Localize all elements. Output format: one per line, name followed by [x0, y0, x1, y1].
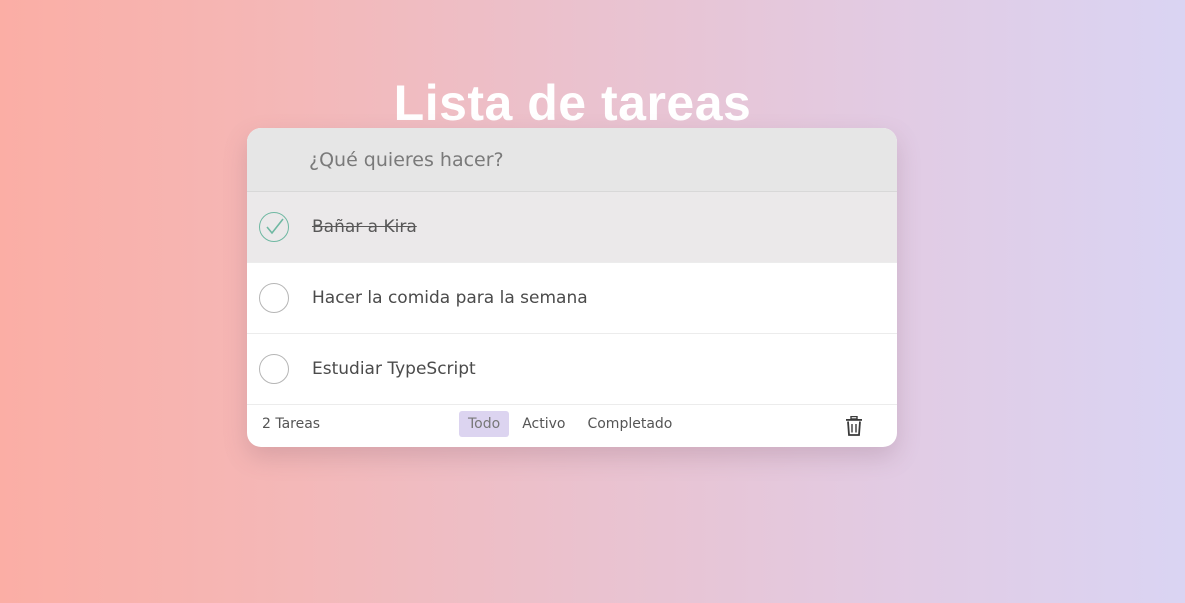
todo-toggle-checkbox[interactable] — [259, 212, 289, 242]
trash-icon[interactable] — [845, 415, 863, 440]
filter-all-button[interactable]: Todo — [459, 411, 510, 437]
todo-label[interactable]: Bañar a Kira — [312, 217, 417, 237]
todo-item: Hacer la comida para la semana — [247, 263, 897, 334]
todo-card: Bañar a Kira Hacer la comida para la sem… — [247, 128, 897, 447]
todo-footer: 2 Tareas Todo Activo Completado — [247, 405, 897, 445]
todo-label[interactable]: Estudiar TypeScript — [312, 359, 476, 379]
filter-completed-button[interactable]: Completado — [578, 411, 681, 437]
todo-item: Bañar a Kira — [247, 192, 897, 263]
check-icon — [266, 218, 284, 235]
todo-count: 2 Tareas — [262, 416, 321, 432]
todo-list: Bañar a Kira Hacer la comida para la sem… — [247, 192, 897, 405]
todo-label[interactable]: Hacer la comida para la semana — [312, 288, 588, 308]
filter-group: Todo Activo Completado — [459, 411, 681, 437]
todo-toggle-checkbox[interactable] — [259, 283, 289, 313]
todo-item: Estudiar TypeScript — [247, 334, 897, 405]
page-title: Lista de tareas — [393, 74, 752, 131]
filter-active-button[interactable]: Activo — [513, 411, 574, 437]
new-todo-bar — [247, 128, 897, 192]
todo-toggle-checkbox[interactable] — [259, 354, 289, 384]
new-todo-input[interactable] — [307, 147, 871, 172]
